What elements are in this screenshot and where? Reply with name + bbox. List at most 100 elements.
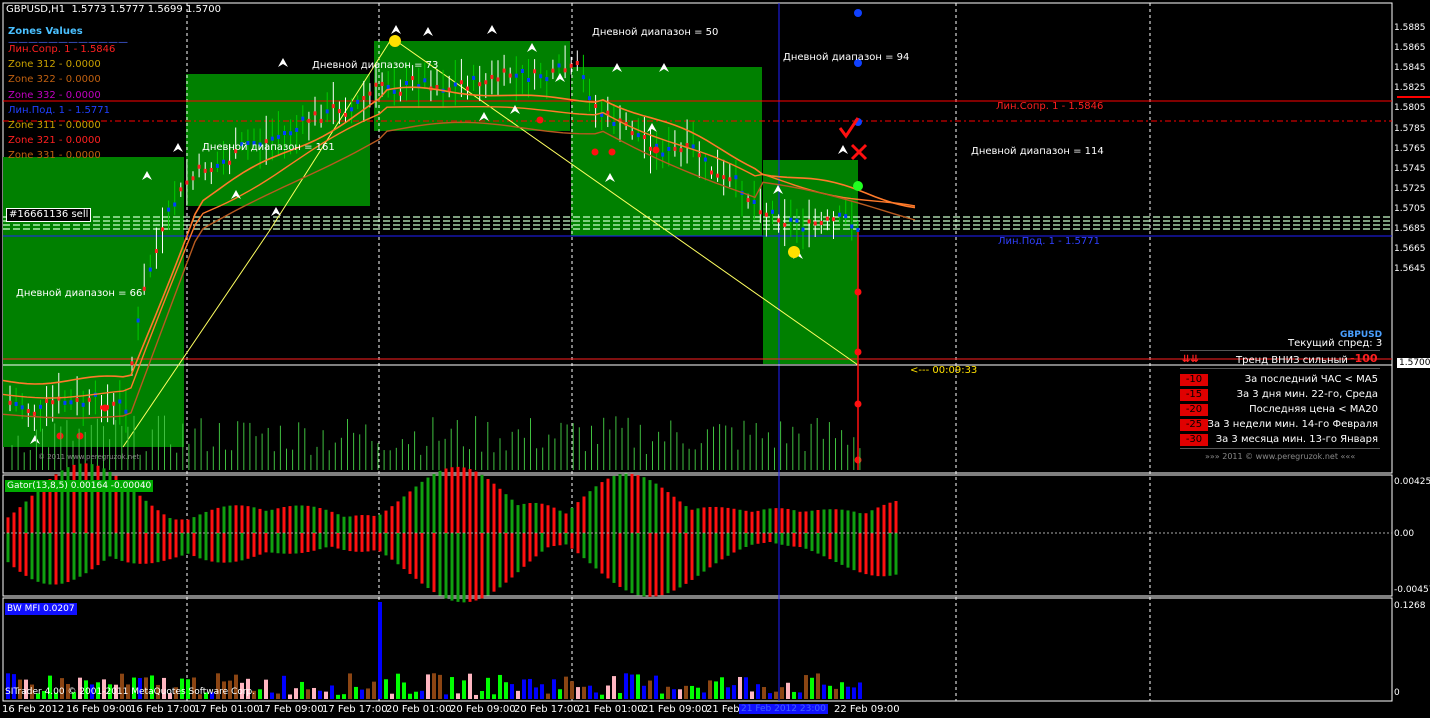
bar-tick [490,74,494,79]
mfi-bar [858,682,862,699]
zone-value-item: Zone 321 - 0.0000 [8,135,101,147]
mfi-bar [432,673,436,699]
bar-tick [697,153,701,158]
price-scale-label: 1.5685 [1394,224,1426,234]
price-scale-label: 1.5645 [1394,264,1426,275]
mfi-bar [750,691,754,699]
bar-tick [368,91,372,96]
mfi-bar [288,694,292,699]
price-scale-label: 1.5865 [1394,43,1426,54]
mfi-bar [378,602,382,699]
signal-dot [608,148,616,156]
bar-tick [197,164,201,169]
fractal-arrow-icon [278,58,288,67]
mfi-bar [648,680,652,699]
mfi-bar [360,689,364,699]
bar-tick [527,77,530,82]
mfi-bar [264,679,268,699]
bar-tick [331,104,335,109]
order-label[interactable]: #16661136 sell [6,208,92,222]
bar-tick [8,400,12,405]
mfi-bar [834,688,838,699]
signal-dot [76,432,84,440]
bar-tick [453,82,457,87]
cross-icon [850,143,868,161]
bar-tick [423,78,427,83]
trend-arrows-icon: ⇊⇊ [1182,354,1199,365]
chart-header: GBPUSD,H1 1.5773 1.5777 1.5699 1.5700 [6,4,221,16]
bar-tick [295,127,299,132]
bar-tick [69,400,73,405]
time-axis-label: 17 Feb 17:00 [322,704,388,715]
time-axis-label: 16 Feb 17:00 [130,704,196,715]
bar-tick [838,212,842,217]
bar-tick [386,84,390,89]
time-axis-label: 17 Feb 01:00 [194,704,260,715]
mfi-bar [612,676,616,699]
bar-tick [819,220,823,225]
mfi-bar [540,684,544,699]
time-axis-label: 22 Feb 09:00 [834,704,900,715]
mfi-bar [480,691,484,699]
mfi-bar [816,673,820,699]
price-scale-label: 1.5825 [1394,83,1426,94]
bar-tick [569,63,573,68]
mfi-bar [498,674,502,699]
price-chart[interactable] [0,0,1430,718]
mfi-bar [756,684,760,699]
zone-value-item: Лин.Под. 1 - 1.5771 [8,104,110,116]
bar-tick [118,399,122,404]
bar-tick [716,173,720,178]
mfi-bar [504,682,508,699]
bar-tick [398,91,402,96]
bar-tick [39,404,42,409]
time-axis-label: 21 Feb 09:00 [642,704,708,715]
bar-tick [728,177,732,182]
bar-tick [795,218,799,223]
info-row: -20 Последняя цена < MA20 [1180,404,1380,418]
daily-range-label: Дневной диапазон = 66 [16,288,143,299]
bar-tick [344,112,347,117]
bar-tick [75,397,79,402]
bar-tick [649,146,652,151]
bar-tick [813,221,817,226]
info-row-text: За последний ЧАС < MA5 [1244,374,1378,385]
bar-tick [459,80,463,85]
bar-tick [466,86,469,91]
mfi-bar [768,693,772,699]
bar-tick [130,361,134,366]
mfi-bar [672,689,676,699]
mfi-bar [822,684,826,699]
bar-tick [276,134,280,139]
info-row: -10 За последний ЧАС < MA5 [1180,374,1380,388]
gator-scale-bottom: -0.00457 [1394,585,1430,595]
bar-tick [752,200,756,205]
price-scale-label: 1.5885 [1394,23,1426,33]
bar-tick [588,96,591,101]
daily-range-zone [571,67,762,236]
bar-tick [203,168,207,173]
signal-dot [652,146,660,154]
bar-tick [545,77,549,82]
mfi-bar [732,685,736,699]
mfi-bar [588,685,592,699]
bar-tick [734,175,738,180]
mfi-bar [726,687,730,699]
mfi-bar [762,687,766,699]
bar-tick [703,157,707,162]
bar-tick [502,68,506,73]
mfi-bar [846,686,850,699]
mfi-bar [654,675,658,699]
mfi-bar [600,694,604,699]
mfi-bar [426,674,430,699]
mfi-bar [780,687,784,699]
bar-tick [313,111,317,116]
info-footer: »»» 2011 © www.peregruzok.net ««« [1205,452,1356,461]
time-axis-label: 17 Feb 09:00 [258,704,324,715]
bar-tick [148,267,152,272]
yellow-marker-icon [788,246,800,258]
bar-tick [380,81,384,86]
daily-range-zone [3,157,184,447]
info-row-text: За 3 дня мин. 22-го, Среда [1236,389,1378,400]
bar-tick [301,116,305,121]
